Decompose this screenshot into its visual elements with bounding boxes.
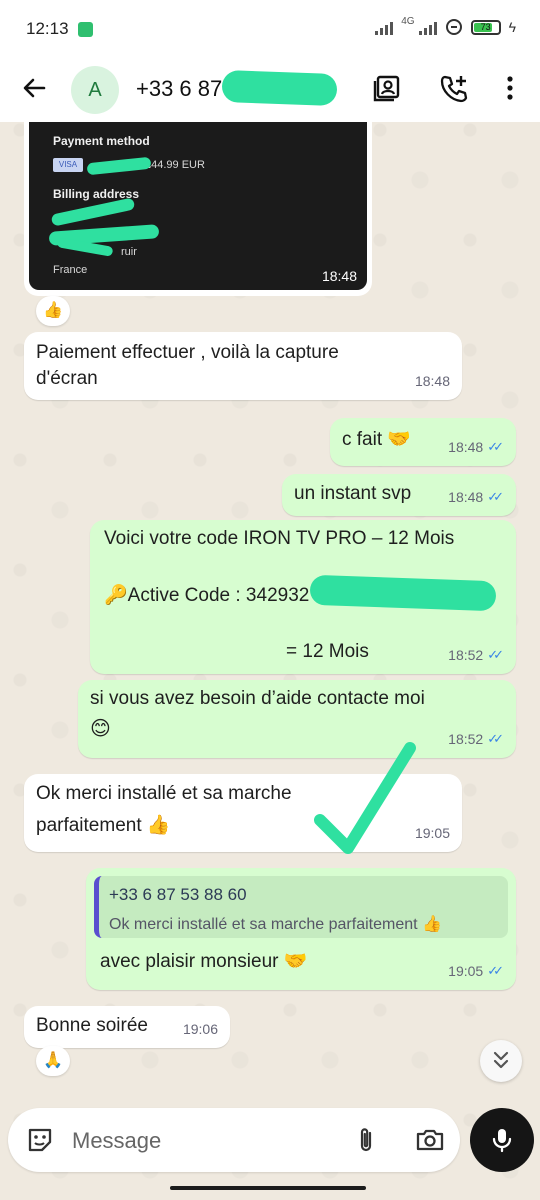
contact-card-icon[interactable] [372,72,404,104]
read-ticks-icon: ✓✓ [487,647,504,662]
add-call-icon[interactable] [438,72,470,104]
message-composer [8,1108,460,1172]
network-type: 4G [401,15,415,27]
country: France [53,264,88,276]
message-text: 🔑Active Code : 342932 [104,585,310,606]
message-time: 19:05 [414,825,450,841]
reaction-thumbs-up[interactable]: 👍 [36,296,70,326]
status-time: 12:13 [26,19,69,38]
redaction-mark [86,156,152,176]
quoted-message[interactable]: +33 6 87 53 88 60 Ok merci installé et s… [94,876,508,938]
data-saver-icon [445,19,462,35]
message-time: 18:48 [448,489,484,505]
back-arrow-icon[interactable] [18,72,50,104]
mic-icon [492,1129,512,1153]
home-indicator [170,1186,366,1190]
quoted-text: Ok merci installé et sa marche parfaitem… [109,916,442,933]
redaction-mark [221,70,338,106]
status-indicators: 4G 73 ϟ [375,15,516,36]
outgoing-reply-message[interactable]: +33 6 87 53 88 60 Ok merci installé et s… [86,868,516,990]
image-message[interactable]: Payment method VISA £44.99 EUR Billing a… [24,122,372,296]
message-emoji: 😊 [90,718,111,740]
signal-icon-2 [418,19,437,35]
message-time: 18:52 [448,731,484,747]
payment-screenshot[interactable]: Payment method VISA £44.99 EUR Billing a… [29,122,367,290]
reaction-pray[interactable]: 🙏 [36,1046,70,1076]
message-text: d'écran [36,368,98,389]
message-time: 18:52 [448,647,484,663]
message-time: 18:48 [448,439,484,455]
message-time: 19:06 [182,1021,218,1037]
redaction-mark [50,197,136,227]
quoted-sender: +33 6 87 53 88 60 [109,885,247,904]
message-text: si vous avez besoin d’aide contacte moi [90,688,425,709]
message-text: = 12 Mois [286,641,369,662]
read-ticks-icon: ✓✓ [487,731,504,746]
battery-icon: 73 [470,19,501,35]
outgoing-message[interactable]: si vous avez besoin d’aide contacte moi … [78,680,516,758]
address-fragment: ruir [121,246,137,258]
notification-icon [78,22,93,37]
checkmark-annotation [314,742,416,854]
signal-icon [375,19,394,35]
incoming-message[interactable]: Paiement effectuer , voilà la capture d'… [24,332,462,400]
status-bar: 12:13 4G 73 ϟ [0,0,540,58]
camera-icon[interactable] [414,1124,446,1156]
attach-icon[interactable] [350,1124,382,1156]
sticker-icon[interactable] [24,1124,56,1156]
outgoing-message[interactable]: c fait 🤝 18:48 ✓✓ [330,418,516,466]
message-time: 18:48 [321,268,357,284]
charging-icon: ϟ [508,19,516,35]
read-ticks-icon: ✓✓ [487,489,504,504]
outgoing-message[interactable]: un instant svp 18:48 ✓✓ [282,474,516,516]
chat-header: A +33 6 87 [0,58,540,122]
outgoing-message[interactable]: Voici votre code IRON TV PRO – 12 Mois 🔑… [90,520,516,674]
visa-badge: VISA [53,158,83,172]
message-text: Paiement effectuer , voilà la capture [36,342,339,363]
message-time: 18:48 [414,373,450,389]
card-amount: £44.99 EUR [145,159,205,171]
chat-area[interactable]: Payment method VISA £44.99 EUR Billing a… [0,122,540,1100]
message-text: avec plaisir monsieur 🤝 [100,951,308,972]
battery-level: 73 [480,21,491,32]
read-ticks-icon: ✓✓ [487,439,504,454]
avatar[interactable]: A [71,66,119,114]
read-ticks-icon: ✓✓ [487,963,504,978]
redaction-mark [309,574,497,612]
mic-button[interactable] [470,1108,534,1172]
incoming-message[interactable]: Bonne soirée 19:06 [24,1006,230,1048]
message-text: Voici votre code IRON TV PRO – 12 Mois [104,528,455,549]
chevron-double-down-icon [493,1051,509,1069]
payment-method-label: Payment method [53,134,150,148]
message-time: 19:05 [448,963,484,979]
contact-name[interactable]: +33 6 87 [136,76,222,102]
message-input[interactable] [70,1122,324,1160]
scroll-to-bottom-button[interactable] [480,1040,522,1082]
more-vert-icon[interactable] [494,72,526,104]
